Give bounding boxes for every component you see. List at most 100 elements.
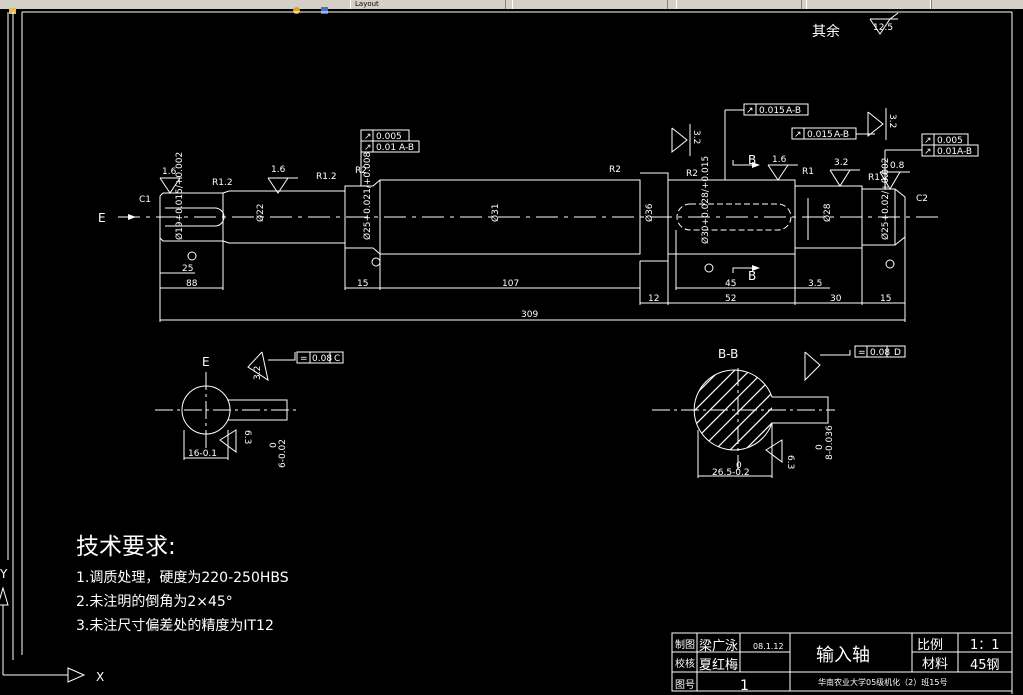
- roughness-mark-2: 1.6: [271, 165, 286, 175]
- tol-value-6: 0.01: [937, 147, 957, 157]
- tol-value-2: 0.01: [376, 143, 396, 153]
- folder-icon[interactable]: [8, 0, 17, 14]
- diameter-1: Ø19+0.015/+0.002: [174, 152, 185, 240]
- radius-1: R1.2: [212, 178, 233, 188]
- tol-datum-4: A-B: [834, 130, 849, 140]
- tb-drawn-name: 梁广泳: [699, 639, 738, 654]
- length-25: 25: [182, 264, 193, 274]
- tb-scale-label: 比例: [917, 638, 943, 653]
- length-88: 88: [186, 279, 198, 289]
- tol-datum-3: A-B: [786, 106, 801, 116]
- section-bb-width: 26.5-0.2: [712, 468, 750, 478]
- section-bb-title: B-B: [718, 347, 738, 361]
- section-bb-frame-value: 0.08: [870, 348, 890, 358]
- tol-symbol-3: ↗: [746, 106, 754, 116]
- section-e-title: E: [202, 355, 210, 369]
- tb-drawing-no-label: 图号: [675, 679, 695, 691]
- tb-part-name: 输入轴: [816, 645, 870, 666]
- roughness-other-value: 12.5: [873, 23, 893, 33]
- tb-school: 华南农业大学05级机化（2）班15号: [818, 677, 947, 687]
- notes-item-1: 1.调质处理，硬度为220-250HBS: [76, 570, 289, 586]
- tol-value-4: 0.015: [807, 130, 833, 140]
- length-45: 45: [725, 279, 736, 289]
- diameter-7: Ø28: [822, 203, 833, 222]
- layer-icon[interactable]: [292, 0, 301, 14]
- ucs-x-label: X: [96, 670, 104, 684]
- chamfer-left: C1: [139, 195, 151, 205]
- tab-layout[interactable]: Layout: [350, 0, 506, 9]
- tb-drawn-label: 制图: [675, 638, 695, 651]
- roughness-mark-9: 6.3: [242, 430, 252, 444]
- ucs-y-label: Y: [0, 567, 8, 581]
- roughness-mark-3: 1.6: [772, 155, 787, 165]
- section-e-frame-value: 0.08: [312, 354, 332, 364]
- length-107: 107: [502, 279, 519, 289]
- diameter-8: Ø25+0.02/+0.002: [880, 158, 891, 240]
- length-30: 30: [830, 294, 842, 304]
- diameter-4: Ø31: [490, 203, 501, 222]
- section-bb-view: [652, 345, 906, 478]
- chamfer-right: C2: [916, 194, 928, 204]
- tab-3[interactable]: [676, 0, 802, 9]
- section-e-width: 16-0.1: [188, 449, 217, 459]
- tol-symbol-5: ↗: [924, 136, 932, 146]
- tol-symbol-1: ↗: [364, 132, 372, 142]
- section-b-label-top: B: [748, 153, 756, 167]
- tol-symbol-4: ↗: [794, 130, 802, 140]
- tol-value-3: 0.015: [759, 106, 785, 116]
- section-e-frame-datum: C: [334, 354, 340, 364]
- tol-value-1: 0.005: [376, 132, 402, 142]
- tab-4[interactable]: [806, 0, 932, 9]
- radius-6: R1: [802, 167, 814, 177]
- tb-drawing-no: 1: [740, 678, 749, 694]
- radius-5: R2: [686, 169, 698, 179]
- tab-5[interactable]: [930, 0, 1023, 9]
- roughness-mark-10: 6.3: [785, 455, 795, 469]
- section-bb-keyway-upper: 0: [815, 444, 825, 450]
- notes-item-3: 3.未注尺寸偏差处的精度为IT12: [76, 618, 274, 634]
- tol-symbol-2: ↗: [364, 143, 372, 153]
- roughness-other-label: 其余: [812, 23, 840, 40]
- tb-date: 08.1.12: [753, 642, 784, 651]
- diameter-2: Ø22: [255, 203, 266, 222]
- length-12: 12: [648, 294, 659, 304]
- length-3-5: 3.5: [808, 279, 822, 289]
- tb-scale-value: 1：1: [970, 638, 1000, 653]
- tb-check-label: 校核: [675, 657, 695, 670]
- tol-datum-2: A-B: [399, 143, 414, 153]
- diameter-3: Ø25+0.021/+0.008: [362, 152, 373, 240]
- color-icon[interactable]: [320, 0, 329, 14]
- roughness-mark-6: 3.2: [691, 130, 701, 144]
- diameter-6: Ø30+0.028/+0.015: [700, 156, 711, 244]
- drawing-canvas[interactable]: 其余 12.5 1.6 1.6 1.6 3.2 0.8 3.2 3.2 3.2 …: [0, 9, 1023, 695]
- tol-value-5: 0.005: [937, 136, 963, 146]
- section-bb-keyway: 8-0.036: [825, 425, 835, 460]
- tb-check-name: 夏红梅: [699, 657, 738, 673]
- radius-2: R1.2: [316, 172, 337, 182]
- tb-material-value: 45钢: [970, 658, 1000, 673]
- section-e-keyway: 6-0.02: [278, 439, 288, 468]
- notes-item-2: 2.未注明的倒角为2×45°: [76, 594, 233, 610]
- radius-4: R2: [609, 165, 621, 175]
- section-b-label-bottom: B: [748, 269, 756, 283]
- roughness-mark-8: 3.2: [253, 366, 263, 380]
- roughness-mark-5: 0.8: [890, 161, 905, 171]
- tb-material-label: 材料: [922, 657, 948, 672]
- section-e-frame-symbol: =: [300, 354, 308, 364]
- roughness-mark-4: 3.2: [834, 158, 848, 168]
- toolbar: Layout: [0, 0, 1023, 14]
- diameter-5: Ø36: [644, 203, 655, 222]
- section-bb-frame-datum: D: [894, 348, 901, 358]
- tab-2[interactable]: [512, 0, 668, 9]
- length-52: 52: [725, 294, 736, 304]
- length-15b: 15: [880, 294, 891, 304]
- tol-symbol-6: ↗: [924, 147, 932, 157]
- length-309: 309: [521, 310, 538, 320]
- notes-title: 技术要求:: [76, 534, 176, 560]
- length-15a: 15: [357, 279, 368, 289]
- roughness-mark-7: 3.2: [887, 114, 897, 128]
- section-e-arrow-label: E: [98, 211, 106, 225]
- tol-datum-6: A-B: [957, 147, 972, 157]
- datum-circles: [187, 251, 895, 273]
- section-bb-frame-symbol: =: [858, 348, 866, 358]
